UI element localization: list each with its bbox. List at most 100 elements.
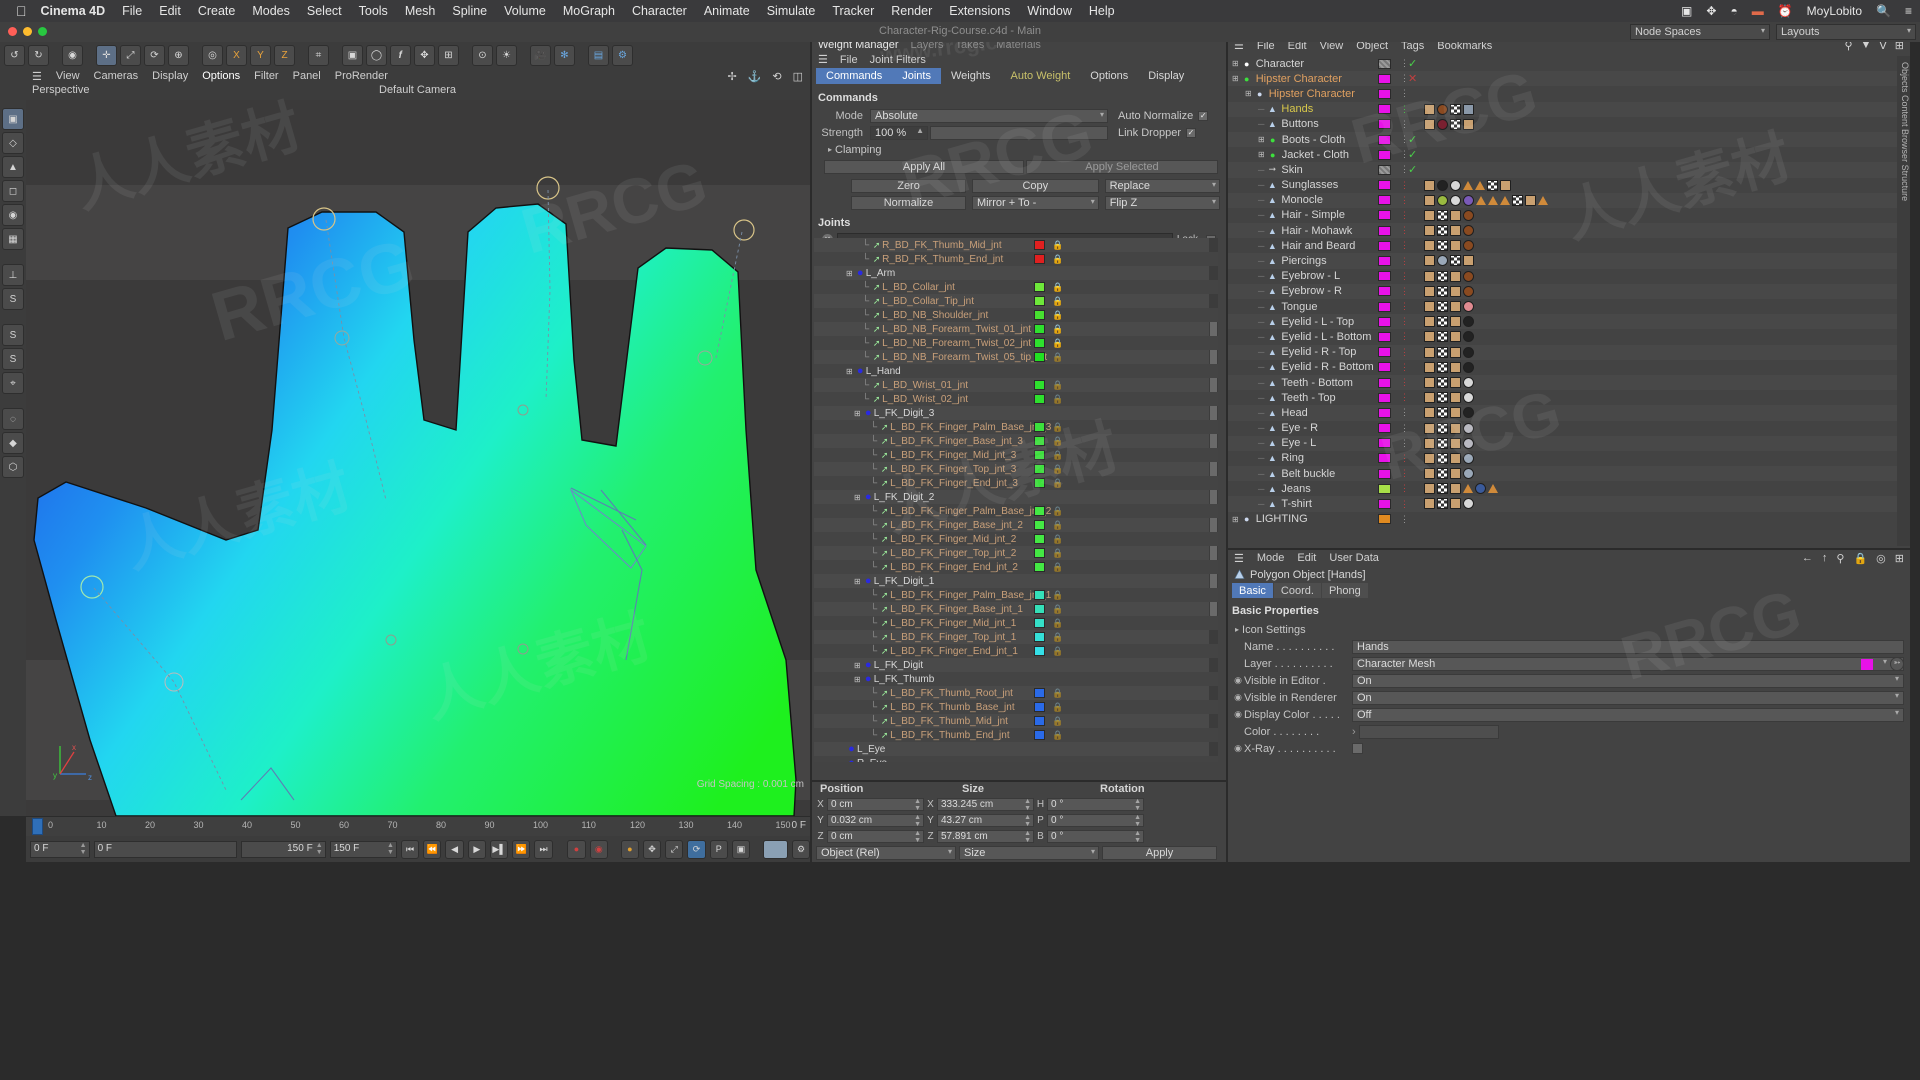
joint-row[interactable]: └ ➚ L_BD_NB_Forearm_Twist_05_tip_jnt 🔒 — [814, 350, 1218, 364]
layer-swatch[interactable] — [1378, 164, 1391, 175]
tag-dots[interactable] — [1450, 209, 1461, 221]
chevron-down-icon[interactable]: ▾ — [1895, 708, 1899, 717]
next-frame-icon[interactable]: ▶▌ — [489, 839, 509, 859]
layer-swatch[interactable] — [1378, 347, 1391, 358]
position-field[interactable]: 0 cm ▲ ▼ — [827, 830, 924, 844]
toolbar-spline-pen-icon[interactable]: 𝒇 — [390, 44, 411, 66]
tag-checker[interactable] — [1487, 179, 1498, 191]
object-row[interactable]: ─ ▲ Eyelid - R - Bottom ⋮ — [1228, 360, 1910, 375]
tag-sphere-pink[interactable] — [1463, 301, 1474, 312]
tag-sphere-brown[interactable] — [1463, 209, 1474, 221]
object-row[interactable]: ─ ▲ Eyelid - R - Top ⋮ — [1228, 344, 1910, 360]
joint-color-swatch[interactable] — [1034, 534, 1045, 544]
left-tool-deformer-mode-icon[interactable]: ⬡ — [2, 456, 24, 478]
visibility-dots[interactable]: ⋮ — [1400, 407, 1409, 418]
joint-group-row[interactable]: ⊞ ● L_Hand — [814, 364, 1218, 378]
joint-color-swatch[interactable] — [1034, 562, 1045, 572]
tag-sphere-eye[interactable] — [1463, 422, 1474, 434]
tag-sphere-dark[interactable] — [1463, 316, 1474, 328]
lock-icon[interactable]: 🔒 — [1853, 552, 1867, 565]
menu-tools[interactable]: Tools — [359, 4, 388, 18]
spinner-icon[interactable]: ▲ ▼ — [316, 842, 323, 856]
tag-uv[interactable] — [1424, 422, 1435, 434]
expand-toggle-icon[interactable]: ⊞ — [1258, 135, 1265, 144]
copy-button[interactable]: Copy — [972, 178, 1099, 193]
apply-button[interactable]: Apply — [1102, 846, 1217, 860]
animate-dot-icon[interactable]: ◉ — [1232, 709, 1244, 720]
layer-swatch[interactable] — [1378, 195, 1391, 206]
tag-sphere-white[interactable] — [1463, 498, 1474, 510]
visible-in-editor-select[interactable]: On ▾ — [1352, 673, 1904, 688]
visibility-dots[interactable]: ⋮ — [1400, 164, 1409, 175]
tag-tri[interactable] — [1488, 484, 1498, 494]
visibility-dots[interactable]: ⋮ — [1400, 134, 1409, 145]
tag-dots[interactable] — [1463, 118, 1474, 130]
joint-lock-icon[interactable]: 🔒 — [1052, 478, 1063, 489]
joint-color-swatch[interactable] — [1034, 590, 1045, 600]
toolbar-render-view-icon[interactable]: ▤ — [588, 44, 609, 66]
tag-dots[interactable] — [1450, 376, 1461, 388]
wm-menu-joint-filters[interactable]: Joint Filters — [870, 54, 926, 66]
left-tool-polygon-mode-icon[interactable]: ▲ — [2, 156, 24, 178]
toolbar-deformer-icon[interactable]: ⊙ — [472, 44, 493, 66]
expand-toggle-icon[interactable]: ⊞ — [1258, 150, 1265, 159]
toolbar-lock-z-icon[interactable]: Z — [274, 44, 295, 66]
joint-group-row[interactable]: ●R_Eye — [814, 756, 1218, 762]
tag-uv[interactable] — [1424, 118, 1435, 130]
rotation-field[interactable]: 0 ° ▲ ▼ — [1047, 798, 1144, 812]
joint-color-swatch[interactable] — [1034, 646, 1045, 656]
tag-dots[interactable] — [1450, 437, 1461, 449]
tag-sphere-white[interactable] — [1450, 194, 1461, 206]
rotation-field[interactable]: 0 ° ▲ ▼ — [1047, 814, 1144, 828]
viewport-menu-cameras[interactable]: Cameras — [94, 70, 139, 82]
tag-checker[interactable] — [1437, 407, 1448, 419]
toolbar-render-settings-icon[interactable]: ⚙ — [612, 44, 633, 66]
joint-lock-icon[interactable]: 🔒 — [1052, 240, 1063, 251]
input-source-icon[interactable]: ▬ — [1752, 4, 1764, 18]
playhead-handle[interactable] — [32, 818, 43, 835]
layer-swatch[interactable] — [1378, 225, 1391, 236]
toolbar-scale-icon[interactable]: ⤢ — [120, 44, 141, 66]
visibility-dots[interactable]: ⋮ — [1400, 58, 1409, 69]
layer-swatch[interactable] — [1378, 331, 1391, 342]
search-icon[interactable]: 🔍 — [1876, 4, 1891, 18]
tag-sphere-dark[interactable] — [1463, 331, 1474, 343]
viewport-menu-options[interactable]: Options — [202, 70, 240, 82]
autokey-icon[interactable]: ◉ — [589, 839, 608, 859]
normalize-button[interactable]: Normalize — [851, 195, 966, 210]
param-key-icon[interactable]: P — [709, 839, 728, 859]
spinner-icon[interactable]: ▲ ▼ — [387, 842, 394, 856]
menu-spline[interactable]: Spline — [452, 4, 487, 18]
left-tool-lock-workplane-icon[interactable]: ⌖ — [2, 372, 24, 394]
tag-checker[interactable] — [1437, 285, 1448, 297]
toolbar-lock-x-icon[interactable]: X — [226, 44, 247, 66]
tag-tri[interactable] — [1488, 195, 1498, 205]
wm-tab-commands[interactable]: Commands — [816, 68, 893, 84]
tag-uv[interactable] — [1424, 483, 1435, 495]
toolbar-world-object-icon[interactable]: ⌗ — [308, 44, 329, 66]
visibility-dots[interactable]: ⋮ — [1400, 316, 1409, 327]
joint-row[interactable]: └ ➚ L_BD_FK_Finger_Mid_jnt_1 🔒 — [814, 616, 1218, 630]
spinner-icon[interactable]: ▲ ▼ — [1134, 830, 1141, 844]
joint-row[interactable]: └ ➚ L_BD_FK_Finger_Palm_Base_jnt_2 🔒 — [814, 504, 1218, 518]
spinner-icon[interactable]: ▲ ▼ — [1024, 830, 1031, 844]
tag-sphere-dark[interactable] — [1463, 407, 1474, 419]
joint-lock-icon[interactable]: 🔒 — [1052, 296, 1063, 307]
menu-edit[interactable]: Edit — [159, 4, 181, 18]
joint-color-swatch[interactable] — [1034, 548, 1045, 558]
joint-lock-icon[interactable]: 🔒 — [1052, 716, 1063, 727]
tag-sphere-brown[interactable] — [1437, 103, 1448, 115]
left-tool-viewport-solo-icon[interactable]: ◌ — [2, 408, 24, 430]
tag-dots[interactable] — [1450, 498, 1461, 510]
layer-swatch[interactable] — [1378, 377, 1391, 388]
size-field[interactable]: 57.891 cm ▲ ▼ — [937, 830, 1034, 844]
visibility-dots[interactable]: ⋮ — [1400, 362, 1409, 373]
toolbar-cube-icon[interactable]: ▣ — [342, 44, 363, 66]
layer-swatch[interactable] — [1378, 271, 1391, 282]
wm-tab-display[interactable]: Display — [1138, 68, 1194, 84]
pla-key-icon[interactable]: ▣ — [731, 839, 751, 859]
joint-color-swatch[interactable] — [1034, 240, 1045, 250]
tag-dots[interactable] — [1450, 270, 1461, 282]
joint-row[interactable]: └ ➚ L_BD_FK_Finger_Mid_jnt_3 🔒 — [814, 448, 1218, 462]
tag-uv[interactable] — [1424, 452, 1435, 464]
